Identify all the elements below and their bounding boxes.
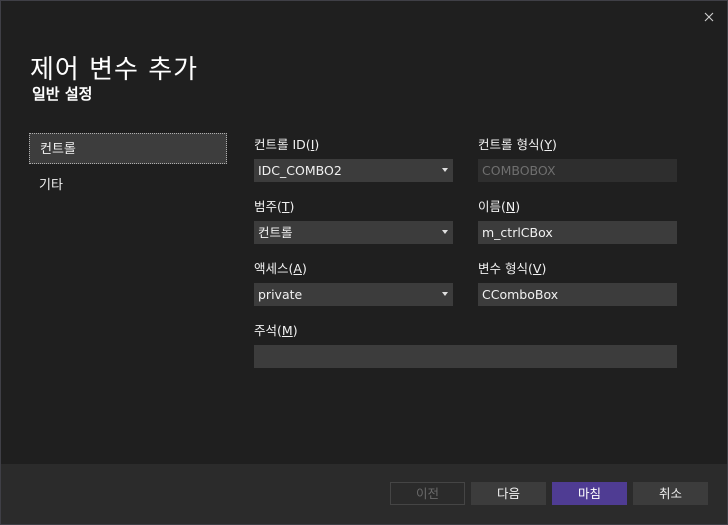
previous-button[interactable]: 이전 — [390, 482, 465, 505]
control-id-select[interactable]: IDC_COMBO2 — [254, 159, 453, 182]
add-control-variable-dialog: 제어 변수 추가 일반 설정 컨트롤 기타 컨트롤 ID(I) IDC_COMB… — [0, 0, 728, 525]
nav-item-label: 컨트롤 — [40, 142, 76, 157]
variable-type-value: CComboBox — [482, 287, 559, 302]
name-label: 이름(N) — [478, 199, 521, 214]
nav-item-label: 기타 — [39, 178, 63, 193]
chevron-down-icon — [442, 230, 448, 234]
control-type-field: 컨트롤 형식(Y) COMBOBOX — [478, 136, 677, 182]
cancel-button[interactable]: 취소 — [633, 482, 708, 505]
settings-nav: 컨트롤 기타 — [29, 133, 227, 207]
comment-input[interactable] — [254, 345, 677, 368]
nav-item-other[interactable]: 기타 — [29, 170, 227, 201]
access-field: 액세스(A) private — [254, 260, 453, 306]
variable-type-input[interactable]: CComboBox — [478, 283, 677, 306]
control-id-value: IDC_COMBO2 — [258, 163, 342, 178]
dialog-footer: 이전 다음 마침 취소 — [1, 464, 727, 524]
close-button[interactable] — [699, 7, 719, 27]
category-select[interactable]: 컨트롤 — [254, 221, 453, 244]
name-field: 이름(N) m_ctrlCBox — [478, 198, 677, 244]
control-id-label: 컨트롤 ID(I) — [254, 137, 320, 152]
close-icon — [704, 12, 714, 22]
control-type-label: 컨트롤 형식(Y) — [478, 137, 557, 152]
control-type-value: COMBOBOX — [482, 163, 556, 178]
control-id-field: 컨트롤 ID(I) IDC_COMBO2 — [254, 136, 453, 182]
finish-button[interactable]: 마침 — [552, 482, 627, 505]
access-value: private — [258, 287, 303, 302]
name-value: m_ctrlCBox — [482, 225, 553, 240]
name-input[interactable]: m_ctrlCBox — [478, 221, 677, 244]
access-label: 액세스(A) — [254, 261, 307, 276]
variable-type-field: 변수 형식(V) CComboBox — [478, 260, 677, 306]
category-value: 컨트롤 — [258, 225, 293, 240]
comment-field: 주석(M) — [254, 322, 677, 368]
category-field: 범주(T) 컨트롤 — [254, 198, 453, 244]
chevron-down-icon — [442, 168, 448, 172]
dialog-subtitle: 일반 설정 — [32, 85, 93, 103]
nav-item-control[interactable]: 컨트롤 — [29, 133, 227, 164]
next-button[interactable]: 다음 — [471, 482, 546, 505]
comment-label: 주석(M) — [254, 323, 298, 338]
access-select[interactable]: private — [254, 283, 453, 306]
category-label: 범주(T) — [254, 199, 295, 214]
dialog-title: 제어 변수 추가 — [30, 55, 199, 85]
control-type-input: COMBOBOX — [478, 159, 677, 182]
chevron-down-icon — [442, 292, 448, 296]
variable-type-label: 변수 형식(V) — [478, 261, 547, 276]
